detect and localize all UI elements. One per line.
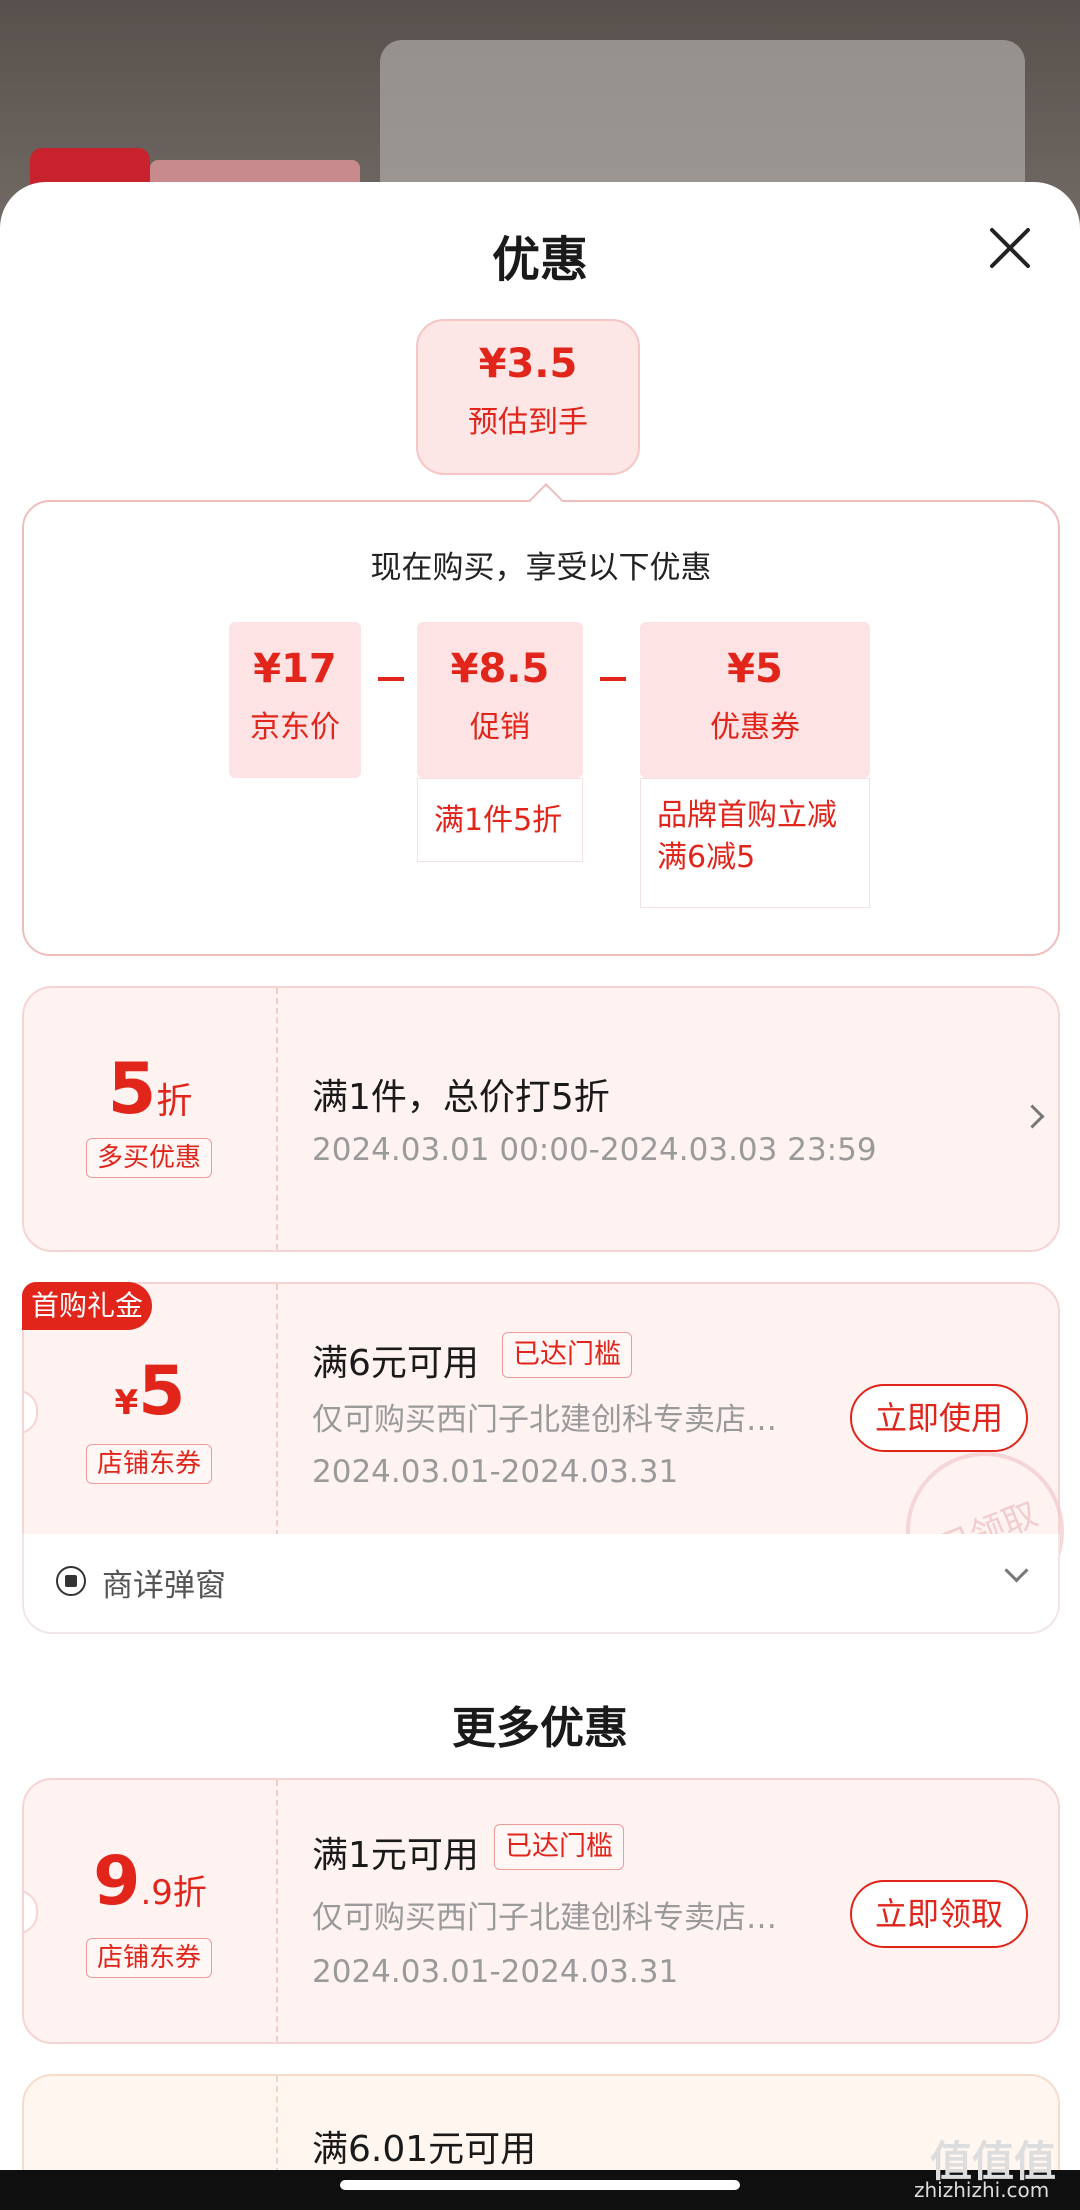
discount-number: 9 bbox=[93, 1842, 141, 1921]
discount-sheet: 优惠 ¥3.5 预估到手 现在购买，享受以下优惠 ¥17 京东价 ¥8.5 促销… bbox=[0, 182, 1080, 2210]
discount-value: 5折 bbox=[24, 1048, 276, 1130]
first-purchase-tag: 首购礼金 bbox=[22, 1282, 152, 1330]
discount-number: 5 bbox=[107, 1048, 157, 1130]
promo-box: ¥8.5 促销 bbox=[417, 622, 583, 778]
coupon-title: 满1件，总价打5折 bbox=[312, 1077, 610, 1118]
promo-desc: 满1件5折 bbox=[417, 778, 583, 862]
coupon-label: 优惠券 bbox=[710, 710, 800, 745]
coupon-type-tag: 店铺东券 bbox=[86, 1938, 213, 1978]
breakdown-heading: 现在购买，享受以下优惠 bbox=[370, 550, 712, 586]
close-icon[interactable] bbox=[986, 224, 1034, 272]
claim-now-button[interactable]: 立即领取 bbox=[850, 1880, 1028, 1948]
coupon-value: ¥5 bbox=[24, 1352, 276, 1431]
threshold-badge: 已达门槛 bbox=[502, 1332, 632, 1378]
coupon-box: ¥5 优惠券 bbox=[640, 622, 870, 778]
currency-symbol: ¥ bbox=[114, 1383, 139, 1423]
minus-sign bbox=[378, 677, 404, 681]
coupon-period: 2024.03.01 00:00-2024.03.03 23:59 bbox=[312, 1132, 877, 1168]
jd-price-label: 京东价 bbox=[250, 710, 340, 745]
coupon-scope: 仅可购买西门子北建创科专卖店… bbox=[312, 1402, 777, 1438]
promo-label: 促销 bbox=[470, 710, 530, 745]
popup-icon bbox=[56, 1566, 86, 1596]
coupon-type-tag: 多买优惠 bbox=[86, 1138, 213, 1178]
coupon-desc-line2: 满6减5 bbox=[657, 840, 756, 875]
home-indicator[interactable] bbox=[340, 2180, 740, 2190]
coupon-amount: ¥5 bbox=[727, 646, 783, 692]
coupon-divider bbox=[276, 1780, 278, 2042]
coupon-period: 2024.03.01-2024.03.31 bbox=[312, 1954, 679, 1990]
estimated-price: ¥3.5 bbox=[478, 341, 578, 387]
watermark-url: zhizhizhi.com bbox=[914, 2178, 1050, 2202]
use-now-button[interactable]: 立即使用 bbox=[850, 1384, 1028, 1452]
coupon-period: 2024.03.01-2024.03.31 bbox=[312, 1454, 679, 1490]
discount-unit: .9折 bbox=[140, 1873, 207, 1913]
coupon-store-discount: 9.9折 店铺东券 满1元可用 已达门槛 仅可购买西门子北建创科专卖店… 202… bbox=[22, 1778, 1060, 2044]
discount-unit: 折 bbox=[156, 1081, 193, 1122]
more-offers-heading: 更多优惠 bbox=[452, 1703, 628, 1754]
promo-amount: ¥8.5 bbox=[450, 646, 550, 692]
coupon-left: 9.9折 店铺东券 bbox=[24, 1780, 276, 2042]
coupon-number: 5 bbox=[138, 1352, 186, 1431]
coupon-desc: 品牌首购立减 满6减5 bbox=[640, 778, 870, 908]
coupon-divider bbox=[276, 988, 278, 1250]
coupon-title: 满6.01元可用 bbox=[312, 2129, 537, 2170]
chevron-down-icon[interactable] bbox=[1004, 1558, 1029, 1583]
popup-label: 商详弹窗 bbox=[102, 1568, 226, 1604]
coupon-first-purchase: ¥5 店铺东券 满6元可用 已达门槛 仅可购买西门子北建创科专卖店… 2024.… bbox=[22, 1282, 1060, 1538]
jd-price-box: ¥17 京东价 bbox=[229, 622, 361, 778]
coupon-scope: 仅可购买西门子北建创科专卖店… bbox=[312, 1900, 777, 1936]
price-breakdown-card: 现在购买，享受以下优惠 ¥17 京东价 ¥8.5 促销 满1件5折 ¥5 优惠券… bbox=[22, 483, 1060, 956]
breakdown-pointer bbox=[529, 483, 563, 517]
coupon-title: 满6元可用 bbox=[312, 1343, 479, 1384]
coupon-type-tag: 店铺东券 bbox=[86, 1444, 213, 1484]
threshold-badge: 已达门槛 bbox=[494, 1824, 624, 1870]
estimated-price-bubble: ¥3.5 预估到手 bbox=[416, 319, 640, 475]
estimated-price-label: 预估到手 bbox=[468, 405, 588, 440]
product-popup-row[interactable]: 商详弹窗 bbox=[22, 1534, 1060, 1634]
coupon-multibuy[interactable]: 5折 多买优惠 满1件，总价打5折 2024.03.01 00:00-2024.… bbox=[22, 986, 1060, 1252]
coupon-title: 满1元可用 bbox=[312, 1835, 479, 1876]
minus-sign bbox=[600, 677, 626, 681]
sheet-title: 优惠 bbox=[491, 232, 588, 288]
coupon-left: 5折 多买优惠 bbox=[24, 988, 276, 1250]
discount-value: 9.9折 bbox=[24, 1842, 276, 1921]
coupon-desc-line1: 品牌首购立减 bbox=[657, 798, 837, 833]
coupon-divider bbox=[276, 1284, 278, 1536]
chevron-right-icon bbox=[1020, 1104, 1045, 1129]
jd-price: ¥17 bbox=[253, 646, 337, 692]
